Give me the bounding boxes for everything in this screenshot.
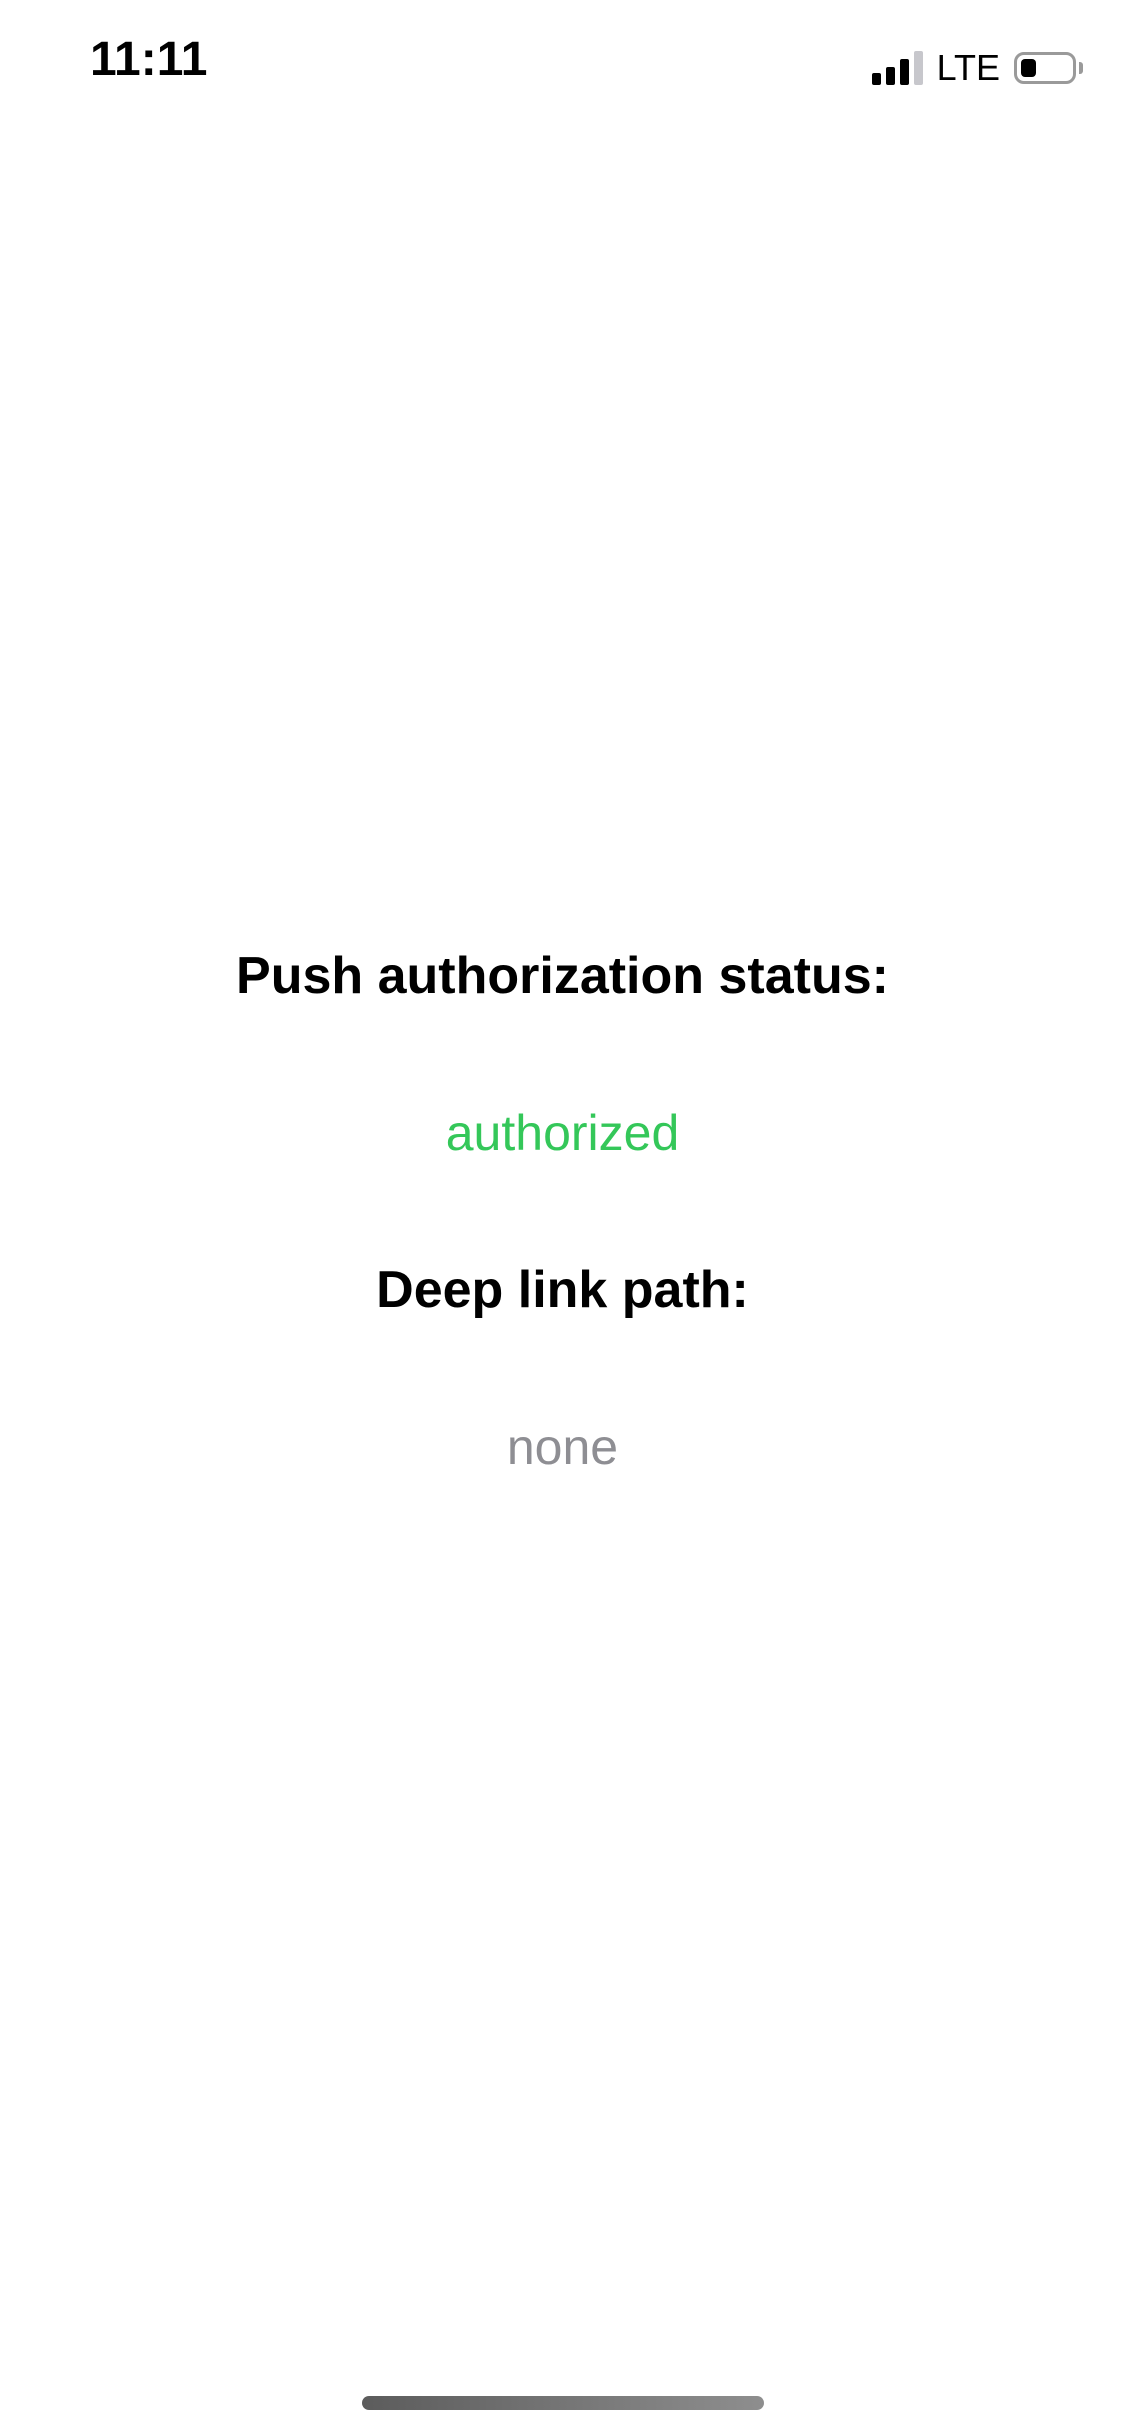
- status-bar: 11:11 LTE: [0, 0, 1125, 132]
- battery-fill: [1021, 59, 1036, 77]
- home-indicator[interactable]: [362, 2396, 764, 2410]
- push-authorization-label: Push authorization status:: [236, 947, 889, 1005]
- network-type: LTE: [936, 47, 1000, 88]
- signal-bar: [899, 59, 909, 85]
- signal-bar: [913, 51, 923, 85]
- battery-cap: [1079, 62, 1083, 74]
- push-authorization-value: authorized: [445, 1105, 680, 1161]
- battery-icon: [1014, 52, 1083, 84]
- deep-link-value: none: [506, 1419, 619, 1475]
- deep-link-label: Deep link path:: [376, 1261, 749, 1319]
- cellular-signal-icon: [871, 51, 923, 85]
- status-time: 11:11: [90, 33, 208, 86]
- status-indicators: LTE: [871, 47, 1083, 88]
- battery-body: [1014, 52, 1076, 84]
- signal-bar: [871, 73, 881, 85]
- signal-bar: [885, 67, 895, 85]
